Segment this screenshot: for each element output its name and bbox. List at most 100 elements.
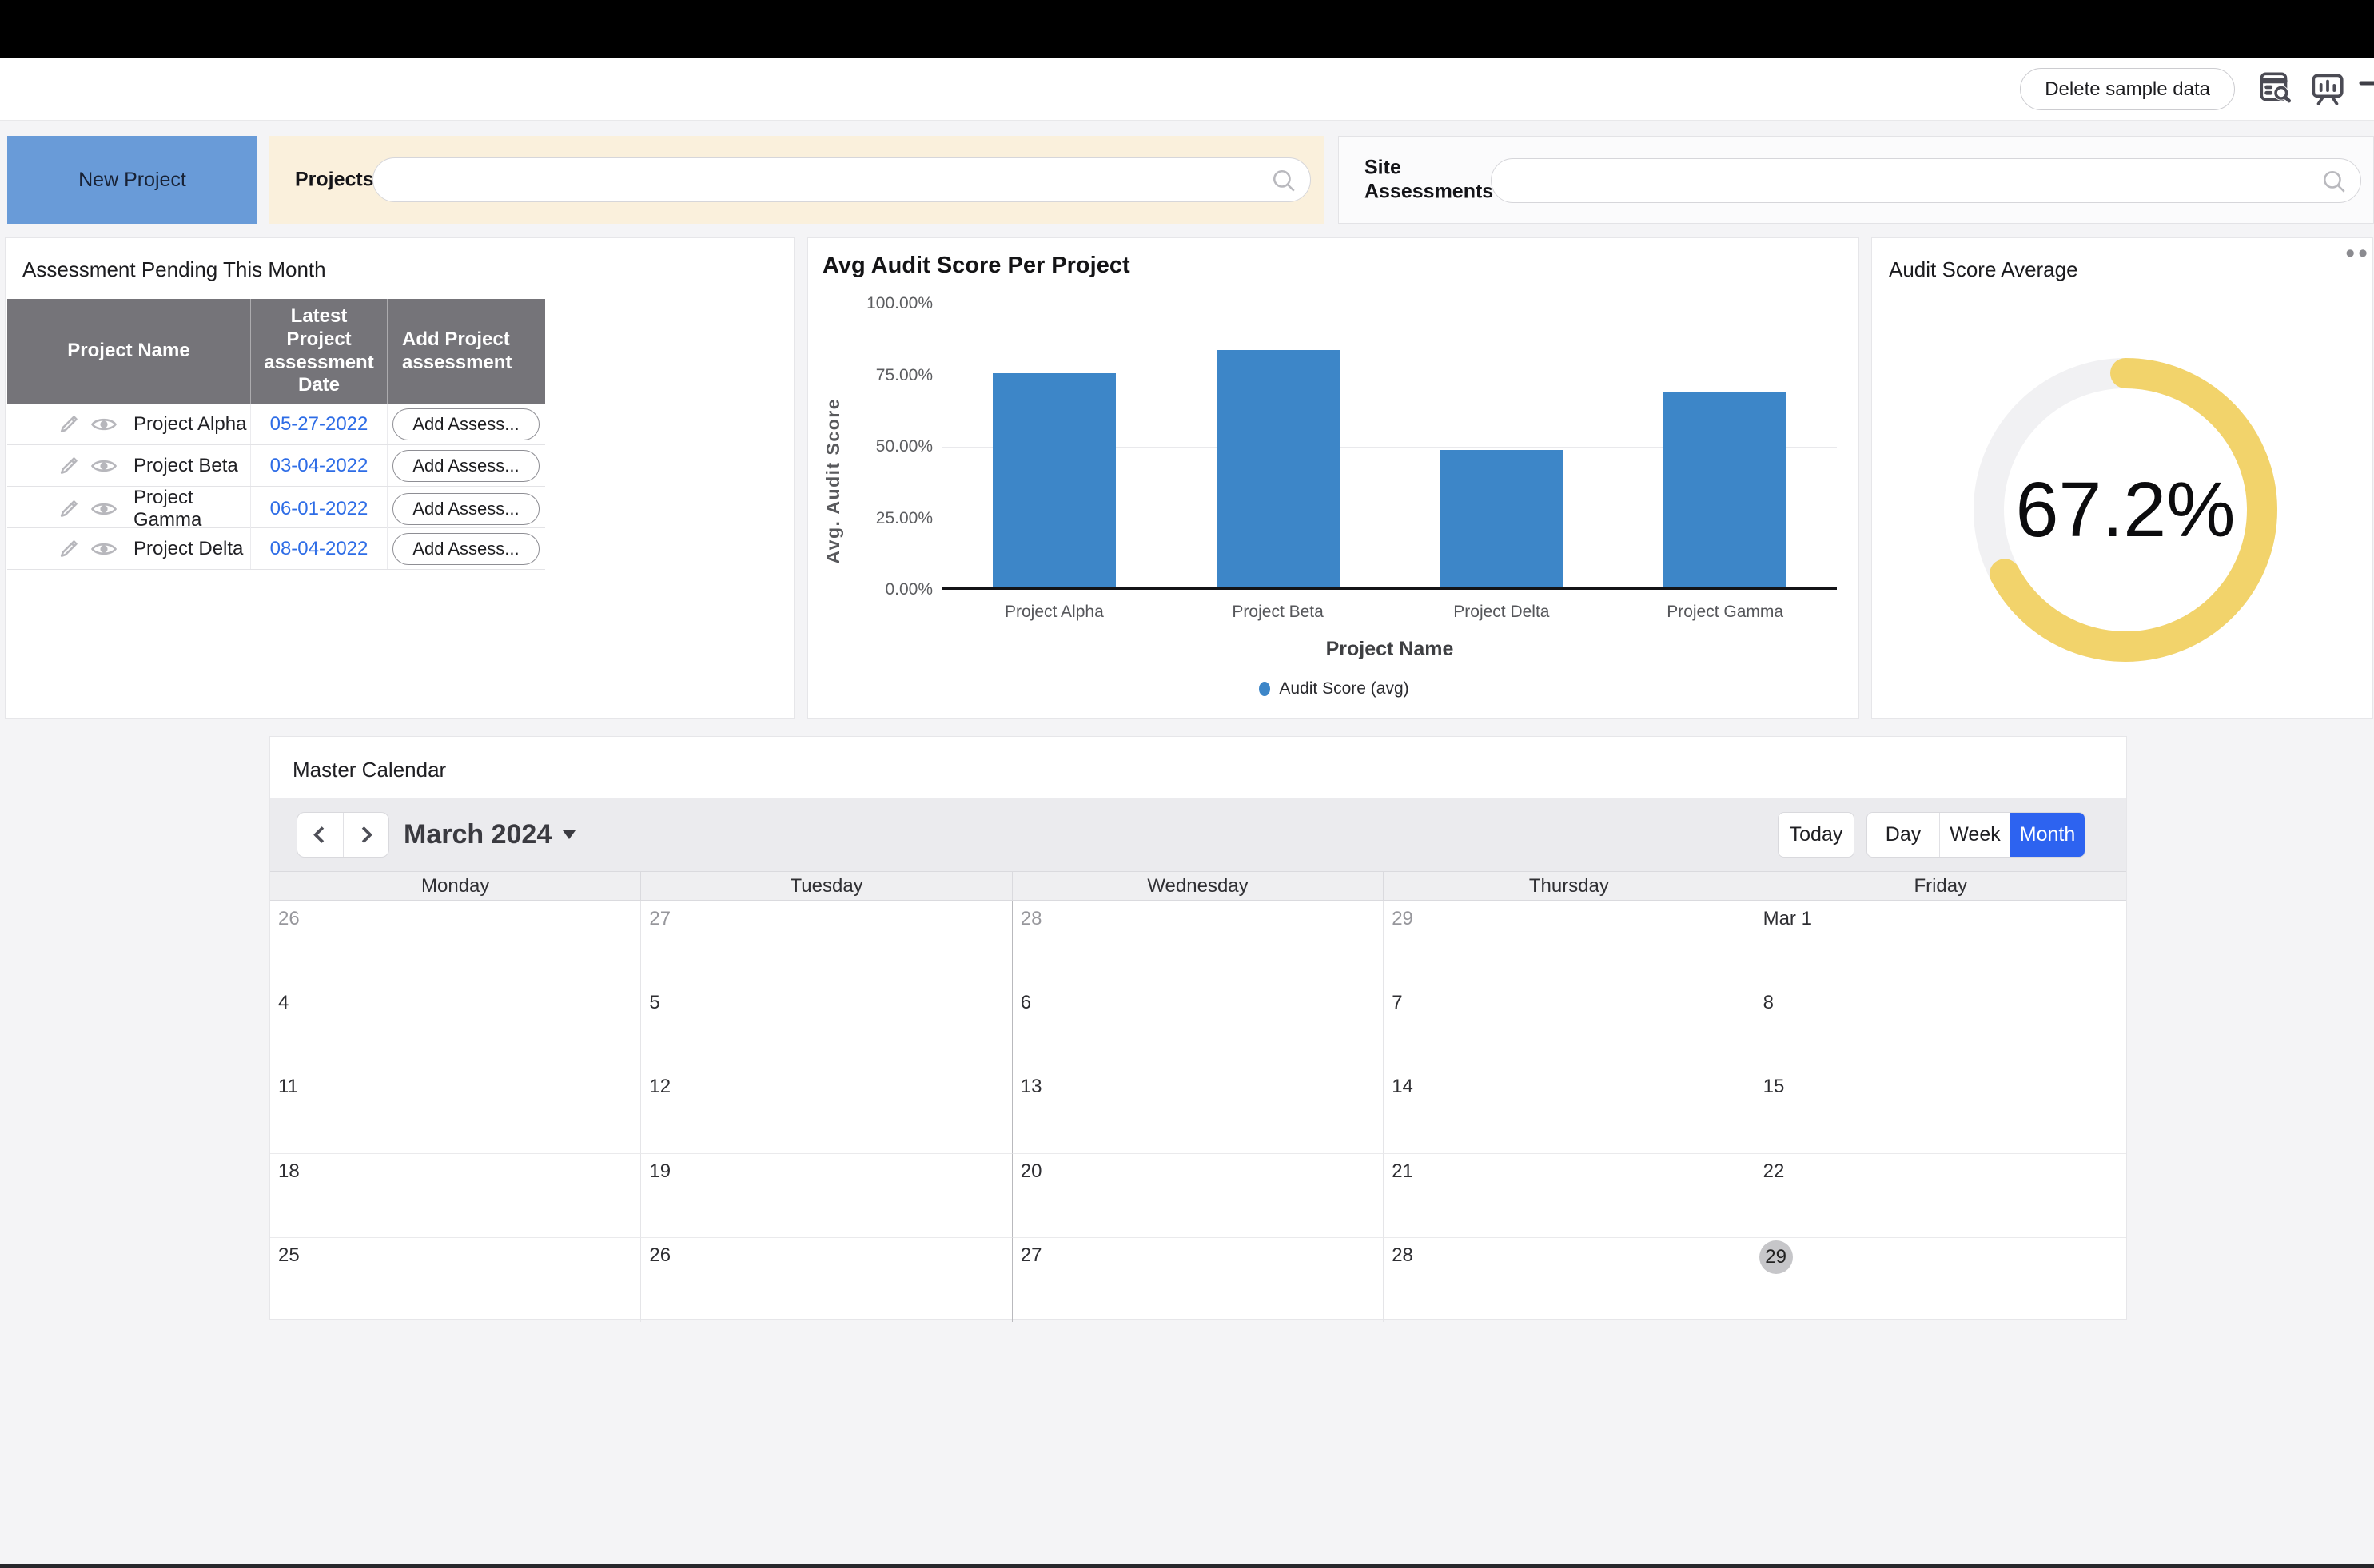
edit-pencil-icon[interactable] (57, 412, 81, 436)
prev-month-button[interactable] (297, 813, 344, 857)
y-axis-tick: 100.00% (831, 294, 933, 313)
today-button[interactable]: Today (1778, 812, 1854, 858)
panel-menu-icon[interactable]: •• (2345, 240, 2371, 267)
day-number: 25 (278, 1244, 300, 1267)
month-dropdown[interactable]: March 2024 (404, 798, 576, 871)
edit-pencil-icon[interactable] (57, 454, 81, 478)
view-eye-icon[interactable] (90, 539, 118, 559)
project-name-cell: Project Alpha (7, 404, 251, 444)
assessment-date-link[interactable]: 08-04-2022 (270, 538, 368, 560)
weekday-wednesday: Wednesday (1013, 872, 1384, 900)
table-row: Project Delta08-04-2022Add Assess... (7, 528, 545, 570)
day-number: 11 (278, 1076, 298, 1098)
view-week-button[interactable]: Week (1939, 813, 2010, 857)
bar-project-gamma (1663, 392, 1786, 587)
view-eye-icon[interactable] (90, 499, 118, 519)
next-month-button[interactable] (344, 813, 389, 857)
view-eye-icon[interactable] (90, 415, 118, 434)
calendar-day-cell[interactable]: Mar 1 (1755, 901, 2126, 985)
day-number: 14 (1392, 1076, 1413, 1098)
projects-search-input[interactable] (392, 160, 1259, 200)
calendar-day-cell[interactable]: 19 (641, 1154, 1012, 1238)
calendar-day-cell[interactable]: 8 (1755, 985, 2126, 1069)
chevron-down-icon (563, 830, 576, 839)
calendar-day-cell[interactable]: 15 (1755, 1069, 2126, 1153)
calendar-day-cell[interactable]: 22 (1755, 1154, 2126, 1238)
calendar-day-cell[interactable]: 12 (641, 1069, 1012, 1153)
edit-pencil-icon[interactable] (57, 537, 81, 561)
add-assessment-button[interactable]: Add Assess... (392, 493, 539, 525)
gauge-value: 67.2% (1958, 342, 2293, 678)
calendar-day-cell[interactable]: 29 (1384, 901, 1755, 985)
view-day-button[interactable]: Day (1867, 813, 1939, 857)
site-assessments-label: Site Assessments (1364, 157, 1508, 204)
calendar-day-cell[interactable]: 11 (270, 1069, 641, 1153)
top-black-bar (0, 0, 2374, 58)
calendar-day-cell[interactable]: 4 (270, 985, 641, 1069)
site-assessments-search-input[interactable] (1511, 161, 2309, 201)
site-assessments-search (1491, 158, 2361, 203)
chart-y-axis-label: Avg. Audit Score (823, 398, 844, 564)
assessment-date-cell: 03-04-2022 (251, 445, 388, 486)
weekday-monday: Monday (270, 872, 641, 900)
assessment-date-link[interactable]: 03-04-2022 (270, 455, 368, 477)
day-number: 22 (1763, 1160, 1785, 1183)
add-assessment-button[interactable]: Add Assess... (392, 533, 539, 565)
calendar-day-cell[interactable]: 20 (1013, 1154, 1384, 1238)
day-number: 20 (1021, 1160, 1042, 1183)
view-month-button[interactable]: Month (2010, 813, 2085, 857)
add-assessment-button[interactable]: Add Assess... (392, 408, 539, 440)
calendar-day-cell[interactable]: 27 (1013, 1238, 1384, 1322)
calendar-day-cell[interactable]: 28 (1384, 1238, 1755, 1322)
table-search-icon[interactable] (2254, 67, 2296, 109)
day-number: 12 (649, 1076, 671, 1098)
calendar-day-cell[interactable]: 29 (1755, 1238, 2126, 1322)
chart-title: Avg Audit Score Per Project (823, 253, 1130, 279)
new-project-button[interactable]: New Project (7, 136, 257, 224)
month-label: March 2024 (404, 819, 552, 850)
day-number: 8 (1763, 992, 1774, 1014)
y-axis-tick: 0.00% (831, 580, 933, 599)
calendar-day-cell[interactable]: 26 (270, 901, 641, 985)
add-assessment-cell: Add Assess... (388, 445, 544, 486)
legend-label: Audit Score (avg) (1279, 679, 1408, 698)
calendar-day-cell[interactable]: 26 (641, 1238, 1012, 1322)
calendar-day-cell[interactable]: 21 (1384, 1154, 1755, 1238)
project-name: Project Gamma (133, 487, 250, 531)
x-axis-tick: Project Beta (1166, 603, 1390, 622)
delete-sample-data-button[interactable]: Delete sample data (2020, 68, 2235, 110)
y-axis-tick: 50.00% (831, 437, 933, 456)
day-number: Mar 1 (1763, 908, 1812, 930)
column-header-add-assessment: Add Project assessment (388, 299, 544, 404)
app-toolbar: Delete sample data (0, 58, 2374, 121)
calendar-day-cell[interactable]: 18 (270, 1154, 641, 1238)
projects-search (372, 157, 1311, 202)
calendar-day-cell[interactable]: 6 (1013, 985, 1384, 1069)
pending-assessments-card: Assessment Pending This Month Project Na… (5, 237, 795, 719)
calendar-day-cell[interactable]: 25 (270, 1238, 641, 1322)
calendar-day-cell[interactable]: 5 (641, 985, 1012, 1069)
calendar-grid: 26272829Mar 1456781112131415181920212225… (270, 901, 2126, 1322)
calendar-day-cell[interactable]: 7 (1384, 985, 1755, 1069)
calendar-day-cell[interactable]: 14 (1384, 1069, 1755, 1153)
chart-plot-area: 100.00%75.00%50.00%25.00%0.00%Project Al… (942, 304, 1837, 590)
day-number: 21 (1392, 1160, 1413, 1183)
edit-pencil-icon[interactable] (57, 497, 81, 521)
view-eye-icon[interactable] (90, 456, 118, 476)
dashboard-screen: Delete sample data (0, 0, 2374, 1568)
calendar-day-cell[interactable]: 27 (641, 901, 1012, 985)
add-assessment-button[interactable]: Add Assess... (392, 450, 539, 482)
day-number: 7 (1392, 992, 1402, 1014)
calendar-day-cell[interactable]: 13 (1013, 1069, 1384, 1153)
assessment-date-link[interactable]: 05-27-2022 (270, 413, 368, 436)
chart-legend: Audit Score (avg) (808, 679, 1860, 698)
assessment-date-link[interactable]: 06-01-2022 (270, 498, 368, 520)
bar-project-delta (1440, 450, 1563, 587)
open-window-partial-icon[interactable] (2355, 70, 2374, 112)
add-assessment-cell: Add Assess... (388, 487, 544, 531)
presentation-board-icon[interactable] (2307, 67, 2348, 109)
search-icon (1270, 167, 1297, 198)
weekday-thursday: Thursday (1384, 872, 1755, 900)
calendar-day-cell[interactable]: 28 (1013, 901, 1384, 985)
calendar-nav (297, 812, 389, 858)
